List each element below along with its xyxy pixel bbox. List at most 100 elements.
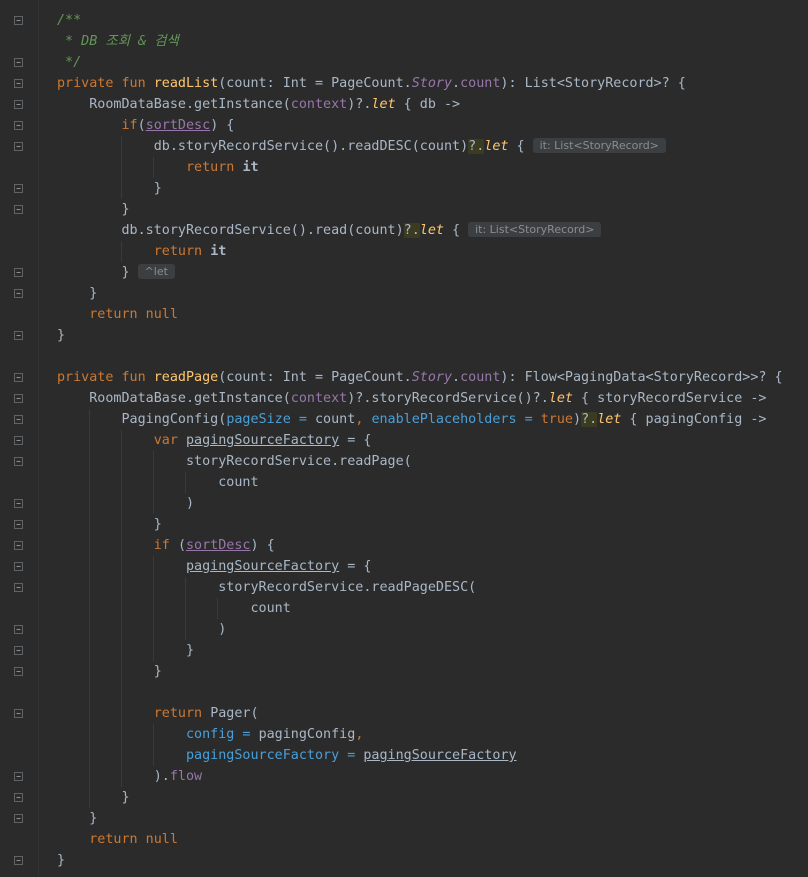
code-token: ?. [581,412,598,427]
code-line[interactable]: ).flow [57,766,202,787]
code-token: let [597,412,622,427]
code-line[interactable]: db.storyRecordService().readDESC(count)?… [57,136,666,157]
code-token: let [548,391,573,406]
code-line[interactable]: } [57,808,97,829]
code-line[interactable]: } [57,787,129,808]
code-line[interactable]: count [57,598,290,619]
code-token: count [57,475,259,490]
code-line[interactable]: ) [57,619,226,640]
code-token: return [153,244,211,259]
code-token: sortDesc [145,118,211,133]
code-token: ( [177,538,186,553]
code-line[interactable]: private fun readList(count: Int = PageCo… [57,73,686,94]
code-token: */ [57,55,82,70]
code-token: pagingSourceFactory [186,433,340,448]
code-line[interactable]: RoomDataBase.getInstance(context)?.story… [57,388,766,409]
code-token: ): List<StoryRecord>? { [500,76,686,91]
code-token: ): Flow<PagingData<StoryRecord>>? { [500,370,783,385]
code-token: readPage [153,370,219,385]
code-token: PagingConfig( [57,412,227,427]
code-token: return null [89,832,178,847]
code-line[interactable]: return Pager( [57,703,259,724]
code-token: { pagingConfig -> [621,412,767,427]
code-line[interactable]: return it [57,241,227,262]
code-line[interactable]: RoomDataBase.getInstance(context)?.let {… [57,94,460,115]
code-token: enablePlaceholders = [371,412,541,427]
code-token: var [153,433,186,448]
code-token: } [57,328,66,343]
code-line[interactable]: } [57,283,97,304]
code-line[interactable]: } [57,178,162,199]
code-line[interactable]: } [57,514,162,535]
indent-guide [217,598,218,619]
code-token: readList [153,76,219,91]
indent-guide [153,157,154,178]
code-token: it [242,160,259,175]
code-token: } [57,202,130,217]
code-token: } [57,643,195,658]
code-line[interactable]: return null [57,304,178,325]
code-line[interactable]: /** [57,10,81,31]
code-token: pagingSourceFactory = [186,748,364,763]
code-token: { [508,139,525,154]
code-line[interactable]: count [57,472,259,493]
code-token: if [153,538,178,553]
code-token: )?.storyRecordService()?. [347,391,549,406]
code-token: private fun [57,76,154,91]
code-token: count [460,370,501,385]
code-token: Story [411,370,453,385]
code-line[interactable]: return it [57,157,259,178]
indent-guide [121,136,122,199]
code-line[interactable]: } [57,325,65,346]
code-token: return null [89,307,178,322]
code-line[interactable]: } [57,661,162,682]
code-token: (count: Int = PageCount. [218,76,412,91]
code-token: ) [57,622,227,637]
code-token: ) { [250,538,275,553]
indent-guide [121,430,122,787]
code-line[interactable]: } [57,850,65,871]
code-line[interactable]: return null [57,829,178,850]
code-token: config = [186,727,259,742]
code-token: ( [137,118,146,133]
code-line[interactable]: if(sortDesc) { [57,115,235,136]
code-line[interactable]: * DB 조회 & 검색 [57,31,179,52]
code-token: } [57,664,162,679]
inlay-hint: ^let [137,264,175,279]
code-line[interactable]: PagingConfig(pageSize = count, enablePla… [57,409,767,430]
indent-guide [185,577,186,640]
code-line[interactable]: storyRecordService.readPageDESC( [57,577,476,598]
code-editor[interactable]: /** * DB 조회 & 검색 */private fun readList(… [0,0,808,877]
code-token: RoomDataBase.getInstance( [57,391,291,406]
indent-guide [185,472,186,493]
code-line[interactable]: } ^let [57,262,175,283]
code-line[interactable]: db.storyRecordService().read(count)?.let… [57,220,602,241]
code-token: { [443,223,461,238]
code-line[interactable]: private fun readPage(count: Int = PageCo… [57,367,783,388]
code-line[interactable]: } [57,199,130,220]
code-token: RoomDataBase.getInstance( [57,97,291,112]
code-token: count [460,76,501,91]
code-token: } [57,811,98,826]
code-line[interactable]: */ [57,52,81,73]
code-token: { storyRecordService -> [572,391,767,406]
code-line[interactable]: } [57,640,194,661]
code-token: /** [57,13,82,28]
code-token: . [452,76,461,91]
code-line[interactable]: config = pagingConfig, [57,724,363,745]
code-line[interactable]: ) [57,493,194,514]
code-line[interactable]: storyRecordService.readPage( [57,451,412,472]
code-line[interactable]: pagingSourceFactory = { [57,556,371,577]
code-token: ) [573,412,582,427]
code-line[interactable]: var pagingSourceFactory = { [57,430,372,451]
code-token: . [452,370,461,385]
code-token: ?. [468,139,485,154]
code-token: return [186,160,243,175]
code-token: ?. [403,223,420,238]
code-line[interactable]: pagingSourceFactory = pagingSourceFactor… [57,745,517,766]
